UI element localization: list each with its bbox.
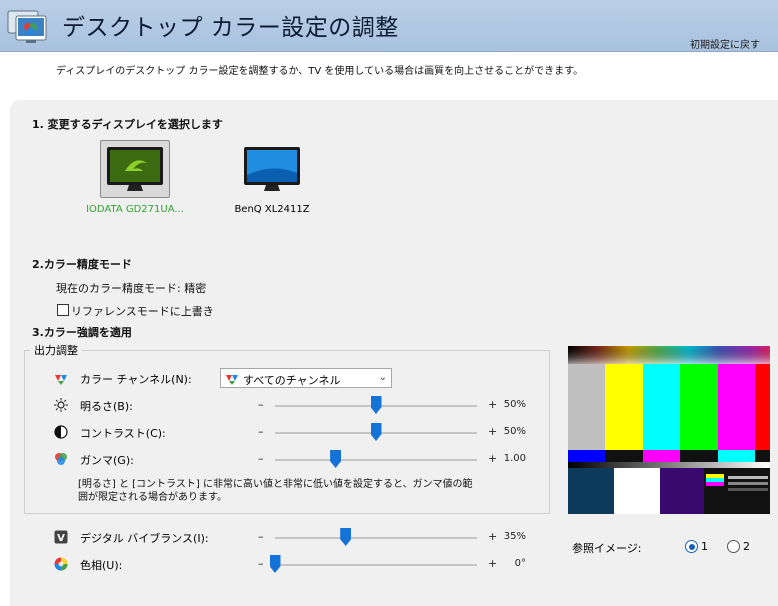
reference-image-label: 参照イメージ: [572,542,642,555]
display-benq-label: BenQ XL2411Z [234,204,310,215]
contrast-minus: – [258,425,264,438]
vibrance-label: デジタル バイブランス(I): [80,532,209,545]
color-channel-label: カラー チャンネル(N): [80,373,192,386]
gamma-icon [55,453,67,465]
brightness-label: 明るさ(B): [80,400,133,413]
rgb-channel-icon [226,375,238,385]
hue-slider-track[interactable] [275,564,477,566]
svg-text:V: V [57,533,65,544]
hue-label: 色相(U): [80,559,123,572]
section-select-display-title: 1. 変更するディスプレイを選択します [32,118,223,131]
gamma-slider-track[interactable] [275,459,477,461]
brightness-icon [54,398,68,412]
brightness-value: 50% [503,399,526,410]
vibrance-icon: V [54,530,68,544]
color-channel-dropdown[interactable]: すべてのチャンネル ⌄ [220,368,392,388]
reference-test-pattern-image [568,346,770,514]
page-description: ディスプレイのデスクトップ カラー設定を調整するか、TV を使用している場合は画… [56,66,584,77]
contrast-icon [54,425,68,439]
rgb-channel-icon [55,375,67,385]
chevron-down-icon: ⌄ [378,372,387,383]
monitor-nvidia-icon [107,147,163,191]
display-iodata-label: IODATA GD271UA... [86,204,184,215]
current-accuracy-mode: 現在のカラー精度モード: 精密 [56,282,207,295]
reference-mode-label: リファレンスモードに上書き [71,305,214,318]
brightness-contrast-warning: [明るさ] と [コントラスト] に非常に高い値と非常に低い値を設定すると、ガン… [78,479,473,503]
page-title: デスクトップ カラー設定の調整 [62,15,399,41]
reference-option-2-radio[interactable] [727,540,740,553]
display-benq-frame [237,140,307,198]
gamma-value: 1.00 [503,453,526,464]
reference-option-1-radio[interactable] [685,540,698,553]
hue-value: 0° [514,558,526,569]
gamma-label: ガンマ(G): [80,454,134,467]
section-color-accuracy-title: 2.カラー精度モード [32,258,132,271]
gamma-minus: – [258,452,264,465]
display-iodata-frame [100,140,170,198]
output-adjust-group-title: 出力調整 [30,342,82,358]
page-header: デスクトップ カラー設定の調整 初期設定に戻す [0,0,778,52]
reference-option-1-label: 1 [701,540,708,553]
brightness-minus: – [258,398,264,411]
hue-minus: – [258,557,264,570]
display-iodata[interactable]: IODATA GD271UA... [85,140,185,215]
contrast-value: 50% [503,426,526,437]
display-benq[interactable]: BenQ XL2411Z [222,140,322,215]
nvidia-control-panel-page: デスクトップ カラー設定の調整 初期設定に戻す ディスプレイのデスクトップ カラ… [0,0,778,606]
desktop-color-icon [7,10,47,43]
restore-defaults-link[interactable]: 初期設定に戻す [690,36,760,51]
monitor-windows-icon [244,147,300,191]
vibrance-slider-track[interactable] [275,537,477,539]
color-channel-value: すべてのチャンネル [243,374,341,387]
section-color-enhance-title: 3.カラー強調を適用 [32,326,132,339]
vibrance-value: 35% [503,531,526,542]
hue-icon [54,557,68,571]
contrast-label: コントラスト(C): [80,427,166,440]
reference-mode-checkbox[interactable] [57,304,69,316]
vibrance-minus: – [258,530,264,543]
reference-option-2-label: 2 [743,540,750,553]
